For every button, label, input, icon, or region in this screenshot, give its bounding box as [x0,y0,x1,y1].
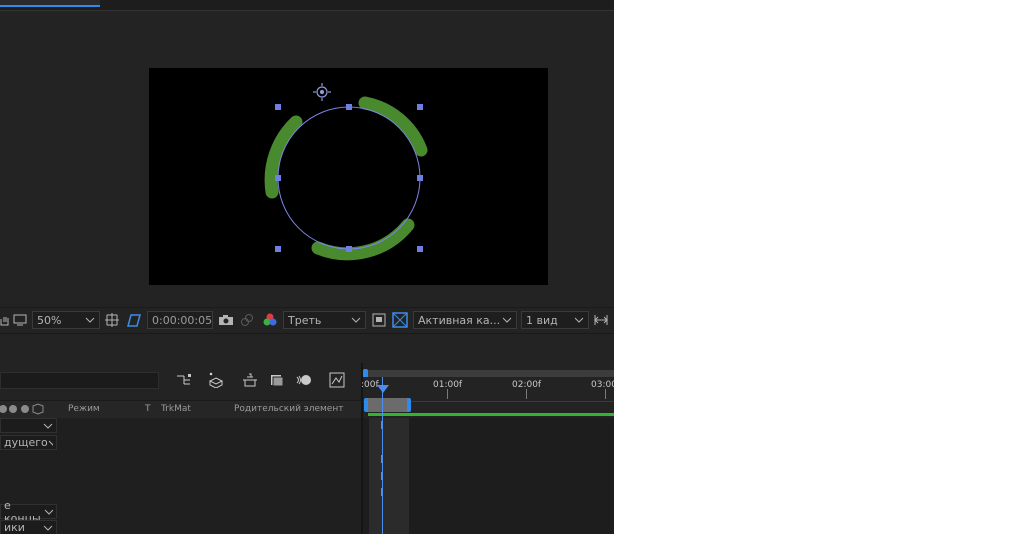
layer-switches-icon[interactable] [0,403,48,415]
transparency-grid-icon[interactable] [391,311,409,329]
chevron-down-icon [351,317,361,323]
panel-divider [0,333,614,364]
handle-top-right[interactable] [417,104,423,110]
handle-bottom-right[interactable] [417,246,423,252]
chevron-down-icon [85,317,95,323]
zoom-value: 50% [37,313,62,327]
playhead-handle[interactable] [377,385,389,393]
current-time-display[interactable]: 0:00:00:05 [147,311,213,329]
column-parent[interactable]: Родительский элемент [234,404,343,414]
chevron-down-icon [48,440,53,446]
layer-property-dropdown[interactable]: дущего [0,435,57,450]
stroke-segment-top-right[interactable] [358,96,428,157]
mask-visibility-icon[interactable] [125,311,143,329]
timecode-value: 0:00:00:05 [152,313,213,327]
layer-property-dropdown[interactable]: е концы [0,499,57,525]
chevron-down-icon [43,423,53,429]
layer-property-dropdown[interactable]: ики [0,520,57,534]
current-time-indicator[interactable] [382,377,383,534]
keyframe-lanes: I I I I [363,418,614,534]
hand-tool-icon[interactable] [0,311,10,329]
layer-duration-bar[interactable] [368,413,614,416]
show-snapshot-icon[interactable] [238,311,256,329]
composition-flowchart-icon[interactable] [174,371,194,389]
stroke-segment-left[interactable] [264,115,303,199]
motion-blur-icon[interactable] [294,371,314,389]
handle-bottom[interactable] [346,246,352,252]
layer-list: дущего е концы ики [0,418,362,534]
monitor-icon[interactable] [12,311,28,329]
chevron-down-icon [43,525,53,531]
resolution-value: Треть [288,313,322,327]
ruler-tick [526,389,527,399]
handle-top[interactable] [346,104,352,110]
draft-3d-icon[interactable] [206,371,226,389]
handle-top-left[interactable] [275,104,281,110]
layer-property-dropdown[interactable] [0,418,57,433]
work-area-bar[interactable] [364,398,411,412]
chevron-down-icon [45,509,53,515]
view-layout-value: 1 вид [526,313,558,327]
after-effects-window: 50% 0:00:00:05 Треть Активная ка... 1 ви… [0,0,614,534]
ruler-tick [447,389,448,399]
fit-region-icon[interactable] [103,311,121,329]
region-of-interest-icon[interactable] [370,311,388,329]
ruler-label: 03:00 [591,380,614,390]
shy-layers-icon[interactable] [240,371,260,389]
column-mode[interactable]: Режим [68,404,100,414]
timeline-search-input[interactable] [0,372,159,389]
column-trkmat[interactable]: TrkMat [161,404,191,414]
handle-left[interactable] [275,175,281,181]
stroke-segment-bottom[interactable] [311,218,415,261]
green-stroke-segments [264,96,428,261]
chevron-down-icon [502,317,512,323]
resolution-dropdown[interactable]: Треть [283,311,366,329]
ruler-tick [605,389,606,399]
ruler-label: :00f [361,380,379,390]
graph-editor-icon[interactable] [327,371,347,389]
time-navigator-bar[interactable] [363,370,614,377]
shape-layer-overlay [264,83,428,261]
camera-view-dropdown[interactable]: Активная ка... [413,311,517,329]
anchor-point-icon[interactable] [313,83,331,101]
camera-snapshot-icon[interactable] [217,311,235,329]
time-graph: :00f 01:00f 02:00f 03:00 I I I I [361,363,614,534]
camera-view-value: Активная ка... [418,313,501,327]
handle-bottom-left[interactable] [275,246,281,252]
layer-bar[interactable] [369,418,409,534]
chevron-down-icon [574,317,584,323]
view-layout-dropdown[interactable]: 1 вид [521,311,589,329]
zoom-dropdown[interactable]: 50% [32,311,100,329]
layer-column-header: Режим T TrkMat Родительский элемент [0,400,362,419]
handle-right[interactable] [417,175,423,181]
toggle-pixel-aspect-icon[interactable] [592,311,610,329]
column-t[interactable]: T [145,404,151,414]
color-channels-icon[interactable] [261,311,279,329]
viewer-toolbar: 50% 0:00:00:05 Треть Активная ка... 1 ви… [0,307,614,333]
frame-blending-icon[interactable] [267,371,287,389]
